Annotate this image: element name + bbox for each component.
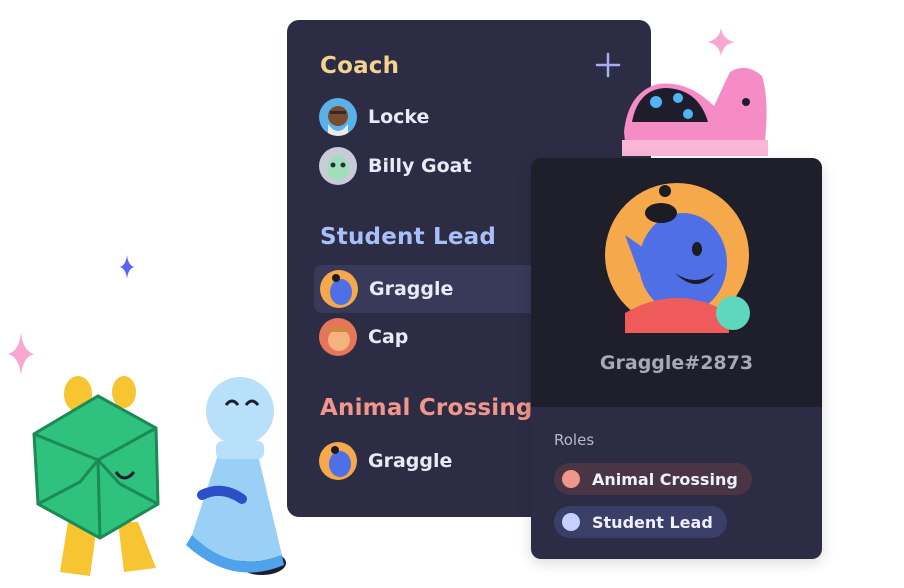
role-name: Animal Crossing xyxy=(592,469,738,489)
avatar xyxy=(319,98,357,136)
member-name: Locke xyxy=(368,106,430,128)
sparkle-icon xyxy=(8,333,34,375)
avatar xyxy=(319,147,357,185)
role-pill-animal-crossing[interactable]: Animal Crossing xyxy=(554,463,752,495)
roles-title: Roles xyxy=(554,431,595,449)
profile-username: Graggle#2873 xyxy=(599,352,754,374)
member-item-locke[interactable]: Locke xyxy=(313,93,643,141)
dice-character-illustration xyxy=(32,376,160,576)
role-heading-animal-crossing: Animal Crossing xyxy=(320,395,533,421)
sparkle-icon xyxy=(120,255,134,279)
online-status-icon xyxy=(716,296,750,330)
role-color-dot xyxy=(562,470,580,488)
member-name: Graggle xyxy=(369,278,454,300)
avatar xyxy=(319,442,357,480)
sparkle-icon xyxy=(707,28,735,56)
role-name: Student Lead xyxy=(592,512,713,532)
profile-popout: Graggle#2873 Roles Animal Crossing Stude… xyxy=(531,158,822,559)
profile-header: Graggle#2873 xyxy=(531,158,822,407)
chess-pawn-character-illustration xyxy=(186,377,286,575)
member-name: Billy Goat xyxy=(368,155,472,177)
avatar xyxy=(319,318,357,356)
role-color-dot xyxy=(562,513,580,531)
pink-shoe-illustration xyxy=(622,67,768,156)
role-pill-student-lead[interactable]: Student Lead xyxy=(554,506,727,538)
member-name: Graggle xyxy=(368,450,453,472)
avatar xyxy=(320,270,358,308)
role-heading-student-lead: Student Lead xyxy=(320,224,497,250)
member-name: Cap xyxy=(368,326,409,348)
role-heading-coach: Coach xyxy=(320,53,400,79)
